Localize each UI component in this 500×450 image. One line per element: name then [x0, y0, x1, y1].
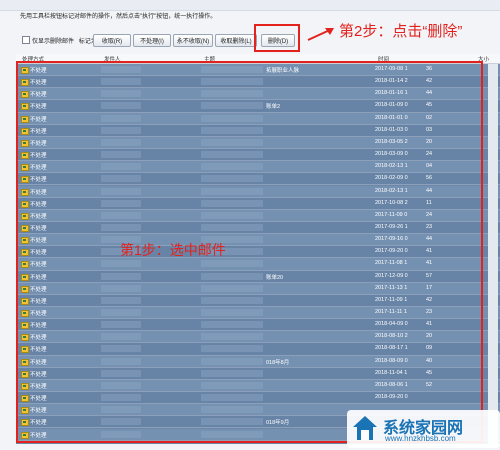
- only-show-deleted-label: 仅显示删除邮件: [32, 39, 75, 45]
- never-receive-button[interactable]: 永不收取(N): [173, 34, 213, 47]
- instruction-text: 先用工具栏按钮标记对邮件的操作，然后点击"执行"按钮，统一执行操作。: [20, 14, 217, 20]
- step1-annotation: 第1步：选中邮件: [120, 242, 226, 258]
- only-show-deleted-option[interactable]: 仅显示删除邮件 标记为:: [22, 36, 98, 45]
- arrow-icon: [307, 28, 334, 41]
- watermark-url: www.hnzkhbsb.com: [385, 434, 456, 443]
- step2-annotation: 第2步：点击“删除”: [339, 23, 463, 40]
- ignore-button[interactable]: 不处理(I): [133, 34, 171, 47]
- delete-highlight-box: [254, 24, 300, 52]
- receive-delete-button[interactable]: 收取删除(L): [215, 34, 257, 47]
- window-top-bar: [0, 0, 500, 11]
- watermark: 系统家园网 www.hnzkhbsb.com: [347, 410, 500, 448]
- receive-button[interactable]: 收取(R): [93, 34, 131, 47]
- selection-highlight-box: [16, 61, 483, 443]
- house-logo-icon: [353, 416, 377, 440]
- scrollbar[interactable]: [488, 64, 498, 444]
- only-show-deleted-checkbox[interactable]: [22, 36, 30, 44]
